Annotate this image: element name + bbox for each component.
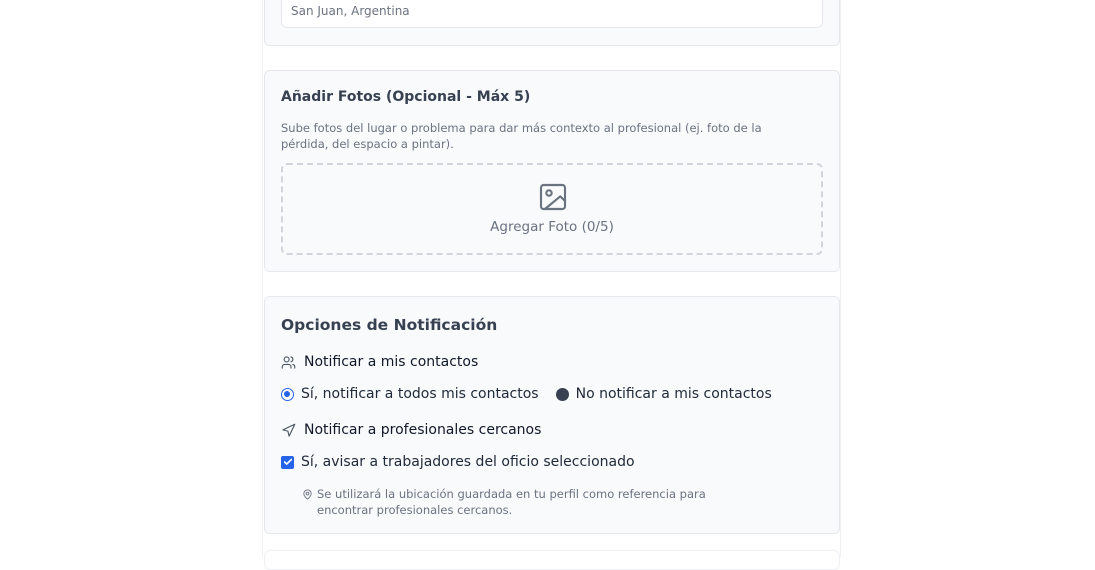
notify-professionals-label[interactable]: Sí, avisar a trabajadores del oficio sel… — [301, 454, 635, 470]
contacts-radio-group: Sí, notificar a todos mis contactos No n… — [281, 386, 772, 402]
users-icon — [281, 355, 296, 369]
photos-card: Añadir Fotos (Opcional - Máx 5) Sube fot… — [264, 70, 840, 272]
photos-title: Añadir Fotos (Opcional - Máx 5) — [281, 89, 531, 105]
location-value: San Juan, Argentina — [291, 4, 410, 18]
location-note: Se utilizará la ubicación guardada en tu… — [302, 486, 757, 518]
add-photo-dropzone[interactable]: Agregar Foto (0/5) — [281, 163, 823, 255]
location-card: San Juan, Argentina — [264, 0, 840, 46]
contacts-section-header: Notificar a mis contactos — [281, 354, 478, 370]
check-icon — [283, 458, 292, 465]
radio-notify-all-label[interactable]: Sí, notificar a todos mis contactos — [301, 386, 539, 402]
photos-description: Sube fotos del lugar o problema para dar… — [281, 121, 762, 151]
notification-title: Opciones de Notificación — [281, 316, 498, 334]
radio-notify-all[interactable] — [281, 387, 294, 401]
notification-options-card: Opciones de Notificación Notificar a mis… — [264, 296, 840, 534]
professionals-checkbox-row: Sí, avisar a trabajadores del oficio sel… — [281, 454, 635, 470]
professionals-section-header: Notificar a profesionales cercanos — [281, 422, 541, 438]
add-photo-label: Agregar Foto (0/5) — [490, 219, 614, 235]
location-note-text: Se utilizará la ubicación guardada en tu… — [317, 487, 706, 517]
radio-no-notify[interactable] — [555, 387, 569, 401]
location-field[interactable]: San Juan, Argentina — [281, 0, 823, 28]
notify-professionals-checkbox[interactable] — [281, 455, 294, 469]
radio-no-notify-label[interactable]: No notificar a mis contactos — [576, 386, 772, 402]
professionals-title: Notificar a profesionales cercanos — [304, 422, 542, 438]
image-icon — [539, 183, 567, 211]
contacts-title: Notificar a mis contactos — [304, 354, 479, 370]
next-card — [264, 550, 840, 570]
send-icon — [282, 423, 296, 437]
map-pin-icon — [303, 489, 312, 500]
